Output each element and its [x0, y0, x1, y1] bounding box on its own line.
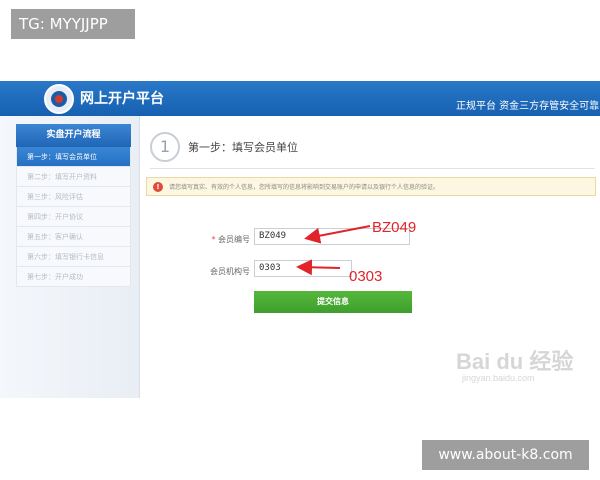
required-mark: * — [211, 235, 216, 244]
baidu-watermark-url: jingyan.baidu.com — [462, 373, 535, 383]
notice-banner: ! 请您填写真实、有效的个人信息，您所填写的信息将影响到交易账户的申请以及银行个… — [146, 177, 596, 196]
step-divider — [150, 168, 595, 169]
watermark-top-left: TG: MYYJJPP — [11, 9, 135, 39]
annotation-member-org-code: 0303 — [349, 268, 383, 285]
sidebar-item-step-6[interactable]: 第六步：填写银行卡信息 — [16, 247, 131, 267]
site-title: 网上开户平台 — [80, 91, 164, 107]
step-title: 第一步：填写会员单位 — [188, 141, 298, 154]
baidu-watermark: Bai du 经验 — [456, 349, 574, 374]
warning-icon: ! — [153, 182, 163, 192]
sidebar-item-step-4[interactable]: 第四步：开户协议 — [16, 207, 131, 227]
watermark-bottom-right: www.about-k8.com — [422, 440, 589, 470]
sidebar-item-step-7[interactable]: 第七步：开户成功 — [16, 267, 131, 287]
member-code-label: * 会员编号 — [211, 235, 250, 244]
submit-button[interactable]: 提交信息 — [254, 291, 412, 313]
sidebar-item-step-1[interactable]: 第一步：填写会员单位 — [16, 147, 131, 167]
sidebar-heading: 实盘开户流程 — [16, 124, 131, 147]
sidebar-item-step-2[interactable]: 第二步：填写开户资料 — [16, 167, 131, 187]
annotation-member-code: BZ049 — [372, 219, 417, 236]
notice-text: 请您填写真实、有效的个人信息，您所填写的信息将影响到交易账户的申请以及银行个人信… — [169, 184, 440, 191]
sidebar-item-step-3[interactable]: 第三步：风险评估 — [16, 187, 131, 207]
logo-icon — [44, 84, 74, 114]
member-org-code-label: 会员机构号 — [210, 267, 250, 276]
sidebar-item-step-5[interactable]: 第五步：客户确认 — [16, 227, 131, 247]
header-slogan: 正规平台 资金三方存管安全可靠 — [456, 101, 600, 112]
step-number-badge: 1 — [150, 132, 180, 162]
member-org-code-input[interactable]: 0303 — [254, 260, 352, 277]
sidebar-steps: 第一步：填写会员单位 第二步：填写开户资料 第三步：风险评估 第四步：开户协议 … — [16, 147, 131, 287]
page: TG: MYYJJPP 网上开户平台 正规平台 资金三方存管安全可靠 实盘开户流… — [0, 0, 600, 480]
